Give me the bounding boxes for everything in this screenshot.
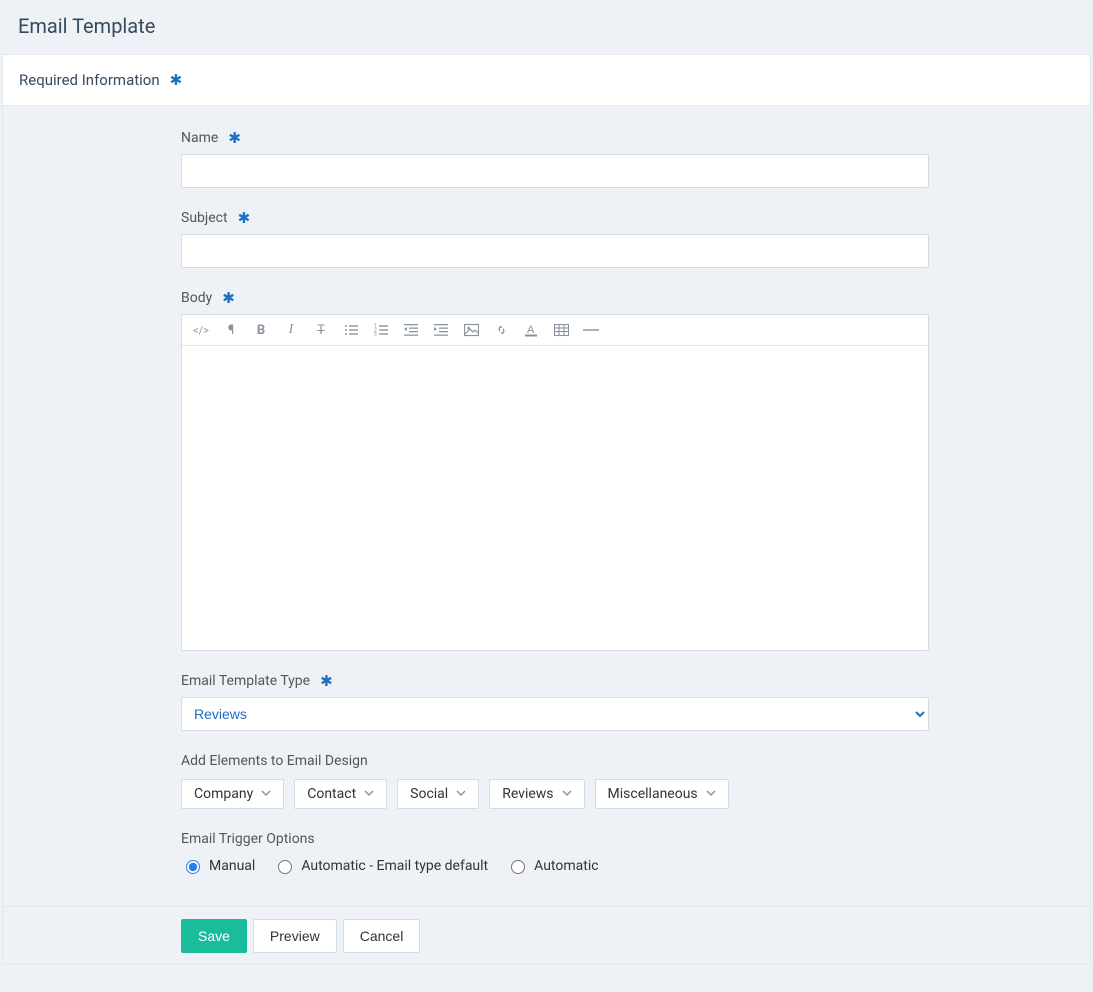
- card-body: Name ✱ Subject ✱ Body: [3, 106, 1090, 906]
- italic-icon[interactable]: I: [282, 321, 300, 339]
- trigger-radio-auto-default-input[interactable]: [278, 860, 292, 874]
- outdent-icon[interactable]: [402, 321, 420, 339]
- table-icon[interactable]: [552, 321, 570, 339]
- chevron-down-icon: [364, 786, 374, 802]
- template-type-group: Email Template Type ✱ Reviews: [181, 673, 929, 731]
- preview-button[interactable]: Preview: [253, 919, 337, 953]
- list-ul-icon[interactable]: [342, 321, 360, 339]
- save-button[interactable]: Save: [181, 919, 247, 953]
- element-dropdown-social[interactable]: Social: [397, 779, 479, 809]
- page-title: Email Template: [18, 14, 1093, 38]
- radio-label: Automatic: [534, 858, 598, 874]
- required-info-card: Required Information ✱ Name ✱ Subject: [2, 54, 1091, 964]
- chevron-down-icon: [456, 786, 466, 802]
- subject-input[interactable]: [181, 234, 929, 268]
- body-label: Body ✱: [181, 290, 929, 306]
- list-ol-icon[interactable]: 123: [372, 321, 390, 339]
- trigger-radio-row: Manual Automatic - Email type default Au…: [181, 857, 929, 874]
- required-icon: ✱: [238, 211, 251, 226]
- template-type-label-text: Email Template Type: [181, 673, 310, 689]
- chevron-down-icon: [261, 786, 271, 802]
- image-icon[interactable]: [462, 321, 480, 339]
- dd-label: Contact: [307, 786, 356, 802]
- body-label-text: Body: [181, 290, 212, 306]
- code-icon[interactable]: </>: [192, 321, 210, 339]
- element-dropdown-company[interactable]: Company: [181, 779, 284, 809]
- subject-group: Subject ✱: [181, 210, 929, 268]
- hr-icon[interactable]: [582, 321, 600, 339]
- bold-icon[interactable]: B: [252, 321, 270, 339]
- radio-label: Manual: [209, 858, 255, 874]
- trigger-options-group: Email Trigger Options Manual Automatic -…: [181, 831, 929, 874]
- paragraph-icon[interactable]: ¶: [222, 321, 240, 339]
- subject-label: Subject ✱: [181, 210, 929, 226]
- dd-label: Company: [194, 786, 253, 802]
- element-dropdown-misc[interactable]: Miscellaneous: [595, 779, 729, 809]
- element-dropdown-contact[interactable]: Contact: [294, 779, 387, 809]
- trigger-radio-auto[interactable]: Automatic: [506, 857, 598, 874]
- trigger-radio-manual-input[interactable]: [186, 860, 200, 874]
- name-label: Name ✱: [181, 130, 929, 146]
- link-icon[interactable]: [492, 321, 510, 339]
- svg-text:3: 3: [374, 332, 377, 337]
- trigger-radio-manual[interactable]: Manual: [181, 857, 255, 874]
- subject-label-text: Subject: [181, 210, 228, 226]
- body-editor[interactable]: [182, 346, 928, 646]
- text-color-icon[interactable]: A: [522, 321, 540, 339]
- element-dropdown-reviews[interactable]: Reviews: [489, 779, 584, 809]
- required-icon: ✱: [320, 674, 333, 689]
- trigger-radio-auto-default[interactable]: Automatic - Email type default: [273, 857, 488, 874]
- editor-toolbar: </> ¶ B I T 123: [182, 315, 928, 346]
- trigger-options-label: Email Trigger Options: [181, 831, 929, 847]
- chevron-down-icon: [706, 786, 716, 802]
- template-type-select[interactable]: Reviews: [181, 697, 929, 731]
- required-icon: ✱: [228, 131, 241, 146]
- svg-text:A: A: [527, 324, 535, 336]
- template-type-label: Email Template Type ✱: [181, 673, 929, 689]
- add-elements-label: Add Elements to Email Design: [181, 753, 929, 769]
- chevron-down-icon: [562, 786, 572, 802]
- name-group: Name ✱: [181, 130, 929, 188]
- radio-label: Automatic - Email type default: [301, 858, 488, 874]
- indent-icon[interactable]: [432, 321, 450, 339]
- add-elements-group: Add Elements to Email Design Company Con…: [181, 753, 929, 809]
- required-icon: ✱: [222, 291, 235, 306]
- name-label-text: Name: [181, 130, 218, 146]
- card-header: Required Information ✱: [3, 55, 1090, 106]
- name-input[interactable]: [181, 154, 929, 188]
- strikethrough-icon[interactable]: T: [312, 321, 330, 339]
- section-header-label: Required Information: [19, 71, 160, 89]
- rich-text-editor: </> ¶ B I T 123: [181, 314, 929, 651]
- required-icon: ✱: [170, 73, 183, 88]
- dd-label: Reviews: [502, 786, 553, 802]
- cancel-button[interactable]: Cancel: [343, 919, 421, 953]
- body-group: Body ✱ </> ¶ B I T: [181, 290, 929, 651]
- dd-label: Social: [410, 786, 448, 802]
- element-dropdown-row: Company Contact Social: [181, 779, 929, 809]
- card-footer: Save Preview Cancel: [3, 906, 1090, 963]
- dd-label: Miscellaneous: [608, 786, 698, 802]
- trigger-radio-auto-input[interactable]: [511, 860, 525, 874]
